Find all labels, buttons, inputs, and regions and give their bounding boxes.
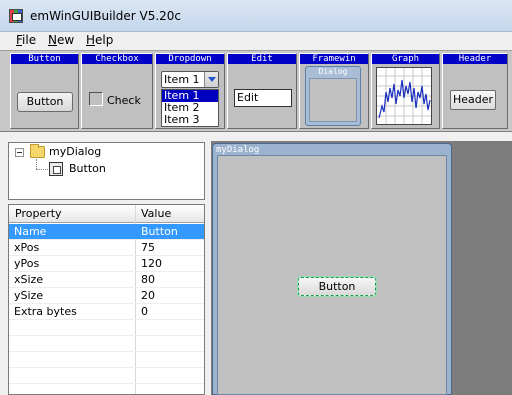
property-name: xPos [14,241,40,254]
menu-file-rest: ile [22,33,37,47]
dropdown-option: Item 3 [164,113,200,126]
framewin-sample: Dialog [305,66,361,126]
tool-checkbox-title: Checkbox [82,54,152,64]
property-value: 75 [141,241,155,254]
tool-framewin[interactable]: Framewin Dialog [299,53,369,129]
splitter[interactable] [0,132,512,138]
property-name: yPos [14,257,40,270]
tool-header[interactable]: Header Header [442,53,508,129]
chevron-down-icon [204,72,218,87]
properties-grid: Property Value Name Button xPos 75 yPos … [8,204,205,395]
tree-item-mydialog[interactable]: myDialog [49,145,101,158]
property-row-empty [9,320,204,336]
framewin-sample-title: Dialog [318,67,348,76]
menu-help-rest: elp [95,33,114,47]
column-header-value[interactable]: Value [141,207,171,220]
tool-checkbox-sample: Check [107,94,141,107]
dialog-window[interactable]: myDialog Button [212,143,452,395]
property-name: Extra bytes [14,305,77,318]
property-row-empty [9,352,204,368]
column-header-property[interactable]: Property [15,207,62,220]
dropdown-sample-selected: Item 1 [161,71,219,88]
property-row-xsize[interactable]: xSize 80 [9,272,204,288]
property-row-xpos[interactable]: xPos 75 [9,240,204,256]
menu-help-accel: H [86,33,96,47]
framewin-sample-client [309,78,357,122]
checkbox-square-icon [89,92,103,106]
menu-new[interactable]: New [46,33,76,47]
properties-header: Property Value [9,205,204,223]
property-row-ypos[interactable]: yPos 120 [9,256,204,272]
property-name: xSize [14,273,44,286]
menu-new-accel: N [48,33,57,47]
menu-bar: File New Help [0,32,512,50]
property-value: 20 [141,289,155,302]
folder-icon [30,144,45,158]
dialog-title: myDialog [216,145,260,155]
title-bar: emWinGUIBuilder V5.20c [0,0,512,32]
tool-checkbox[interactable]: Checkbox Check [81,53,153,129]
tool-header-title: Header [443,54,507,64]
property-row-empty [9,336,204,352]
property-value: 0 [141,305,148,318]
tool-edit[interactable]: Edit Edit [227,53,297,129]
selected-button-widget[interactable]: Button [297,276,377,297]
property-value: 120 [141,257,162,270]
window-title: emWinGUIBuilder V5.20c [30,9,182,23]
dropdown-sample-list: Item 1 Item 2 Item 3 [161,89,219,127]
graph-plot-icon [377,68,431,124]
graph-sample-icon [376,67,432,125]
tool-edit-title: Edit [228,54,296,64]
property-row-empty [9,368,204,384]
menu-help[interactable]: Help [84,33,115,47]
button-widget-icon [49,162,63,176]
app-icon [9,9,23,23]
tool-button[interactable]: Button Button [10,53,79,129]
object-tree: myDialog Button [8,142,205,200]
tool-dropdown[interactable]: Dropdown Item 1 Item 1 Item 2 Item 3 [155,53,225,129]
widget-toolbar: Button Button Checkbox Check Dropdown It… [0,50,512,132]
tool-dropdown-title: Dropdown [156,54,224,64]
property-row-name[interactable]: Name Button [9,224,204,240]
tree-item-button[interactable]: Button [69,162,106,175]
menu-new-rest: ew [56,33,75,47]
menu-file[interactable]: File [14,33,38,47]
tool-edit-sample: Edit [234,89,292,107]
property-row-ysize[interactable]: ySize 20 [9,288,204,304]
collapse-icon[interactable] [15,148,24,157]
tree-connector [36,169,48,170]
property-row-extra-bytes[interactable]: Extra bytes 0 [9,304,204,320]
dropdown-selected-text: Item 1 [164,73,200,86]
tool-framewin-title: Framewin [300,54,368,64]
tool-button-title: Button [11,54,78,64]
tool-graph[interactable]: Graph [371,53,440,129]
tool-button-sample: Button [17,92,73,112]
property-name: Name [14,225,47,238]
property-value: Button [141,225,178,238]
dialog-client-area[interactable]: Button [217,155,447,395]
tool-header-sample: Header [450,90,496,110]
property-name: ySize [14,289,44,302]
tool-graph-title: Graph [372,54,439,64]
tree-connector [36,159,37,169]
property-value: 80 [141,273,155,286]
